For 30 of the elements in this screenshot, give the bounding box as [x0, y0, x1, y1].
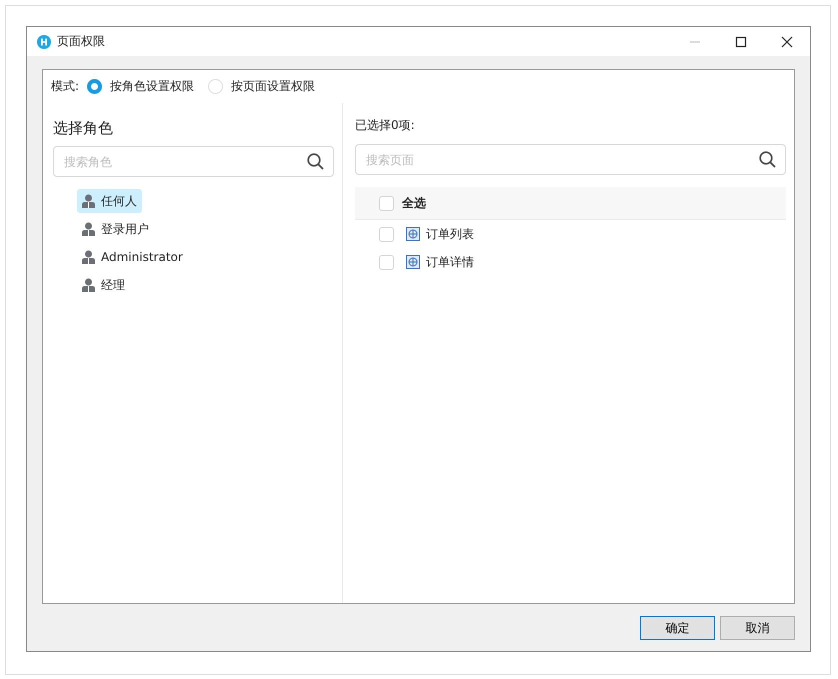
- roles-heading: 选择角色: [53, 119, 114, 138]
- maximize-icon[interactable]: [735, 36, 747, 48]
- role-item[interactable]: 登录用户: [77, 217, 154, 241]
- mode-radio[interactable]: 按角色设置权限: [87, 78, 194, 95]
- mode-radio[interactable]: 按页面设置权限: [208, 78, 316, 95]
- user-icon: [82, 222, 95, 236]
- role-item[interactable]: 经理: [77, 273, 130, 297]
- search-icon[interactable]: [307, 153, 324, 170]
- role-item[interactable]: 任何人: [77, 189, 142, 213]
- mode-label: 模式:: [51, 78, 80, 95]
- page-checkbox[interactable]: [379, 226, 394, 242]
- cancel-button[interactable]: 取消: [720, 616, 795, 640]
- page-name: 订单列表: [426, 226, 474, 242]
- user-icon: [82, 278, 95, 292]
- search-icon[interactable]: [759, 151, 776, 168]
- app-logo-icon: [37, 34, 51, 48]
- ok-button[interactable]: 确定: [640, 616, 715, 640]
- page-globe-icon: [406, 227, 420, 241]
- page-name: 订单详情: [426, 254, 474, 270]
- select-all-checkbox[interactable]: 全选: [379, 194, 426, 212]
- user-icon: [82, 250, 95, 264]
- user-icon: [82, 194, 95, 208]
- window-title: 页面权限: [57, 33, 105, 50]
- page-globe-icon: [406, 255, 420, 269]
- close-icon[interactable]: [781, 36, 793, 48]
- role-item[interactable]: Administrator: [77, 245, 188, 269]
- selection-count: 已选择0项:: [355, 117, 416, 134]
- page-checkbox[interactable]: [379, 254, 394, 270]
- search-field[interactable]: 搜索角色: [53, 146, 334, 177]
- search-field[interactable]: 搜索页面: [355, 144, 786, 175]
